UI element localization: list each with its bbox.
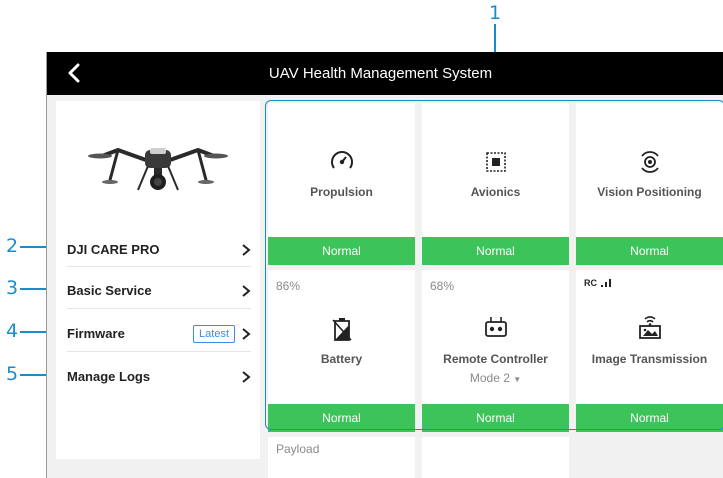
menu-item-manage-logs[interactable]: Manage Logs xyxy=(67,365,251,389)
page-title: UAV Health Management System xyxy=(268,65,493,82)
menu-item-label: Manage Logs xyxy=(67,369,151,384)
menu-item-label: Firmware xyxy=(67,326,125,341)
chevron-right-icon xyxy=(242,371,251,383)
drone-image xyxy=(88,147,228,191)
callout-1: 1 xyxy=(489,2,502,24)
divider xyxy=(67,266,251,267)
health-modules-highlight xyxy=(265,100,723,430)
app-screen: UAV Health Management System DJI CARE PR… xyxy=(46,52,723,478)
divider xyxy=(67,308,251,309)
callout-5: 5 xyxy=(6,363,19,385)
menu-item-label: Basic Service xyxy=(67,283,152,298)
menu-item-label: DJI CARE PRO xyxy=(67,242,160,257)
menu-item-dji-care-pro[interactable]: DJI CARE PRO xyxy=(67,238,251,262)
menu-item-firmware[interactable]: Firmware Latest xyxy=(67,322,251,346)
chevron-right-icon xyxy=(242,244,251,256)
callout-4: 4 xyxy=(6,320,19,342)
firmware-status-badge: Latest xyxy=(193,325,235,343)
aircraft-panel: DJI CARE PRO Basic Service Firmware Late… xyxy=(56,101,260,459)
chevron-right-icon xyxy=(242,328,251,340)
chevron-right-icon xyxy=(242,285,251,297)
divider xyxy=(67,351,251,352)
module-card-payload[interactable]: Payload xyxy=(268,437,415,478)
callout-2: 2 xyxy=(6,235,19,257)
module-card-empty xyxy=(422,437,569,478)
payload-label: Payload xyxy=(276,442,320,456)
top-bar: UAV Health Management System xyxy=(47,52,723,95)
callout-3: 3 xyxy=(6,277,19,299)
menu-item-basic-service[interactable]: Basic Service xyxy=(67,279,251,303)
